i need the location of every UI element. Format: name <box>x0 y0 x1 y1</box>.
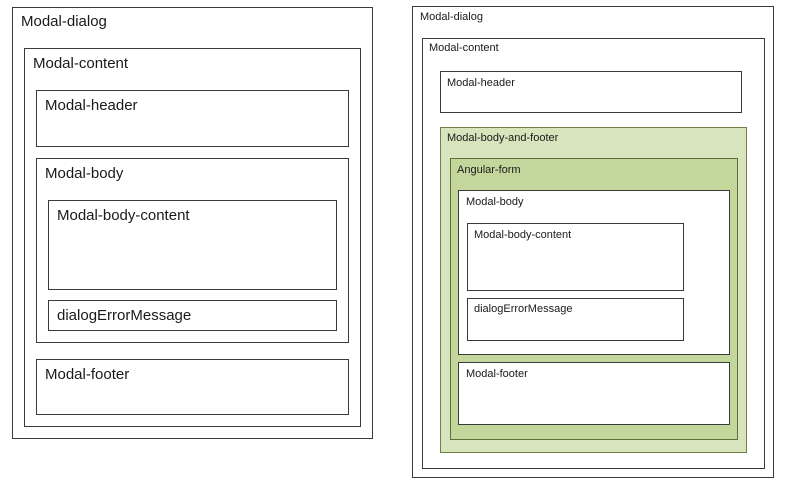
right-modal-body-content-label: Modal-body-content <box>474 229 572 241</box>
right-angular-form-label: Angular-form <box>457 164 521 176</box>
right-modal-dialog-label: Modal-dialog <box>420 11 483 23</box>
left-dialog-error-message-label: dialogErrorMessage <box>57 307 192 324</box>
left-modal-footer-label: Modal-footer <box>45 366 130 383</box>
right-dialog-error-message-label: dialogErrorMessage <box>474 303 573 315</box>
left-modal-body-label: Modal-body <box>45 165 124 182</box>
left-modal-dialog-label: Modal-dialog <box>21 13 107 30</box>
left-modal-body-content-label: Modal-body-content <box>57 207 190 224</box>
right-modal-content-label: Modal-content <box>429 42 499 54</box>
right-modal-footer-label: Modal-footer <box>466 368 528 380</box>
right-modal-header-label: Modal-header <box>447 77 515 89</box>
right-modal-body-label: Modal-body <box>466 196 524 208</box>
left-modal-header-label: Modal-header <box>45 97 138 114</box>
right-modal-body-and-footer-label: Modal-body-and-footer <box>447 132 559 144</box>
left-modal-content-label: Modal-content <box>33 55 129 72</box>
